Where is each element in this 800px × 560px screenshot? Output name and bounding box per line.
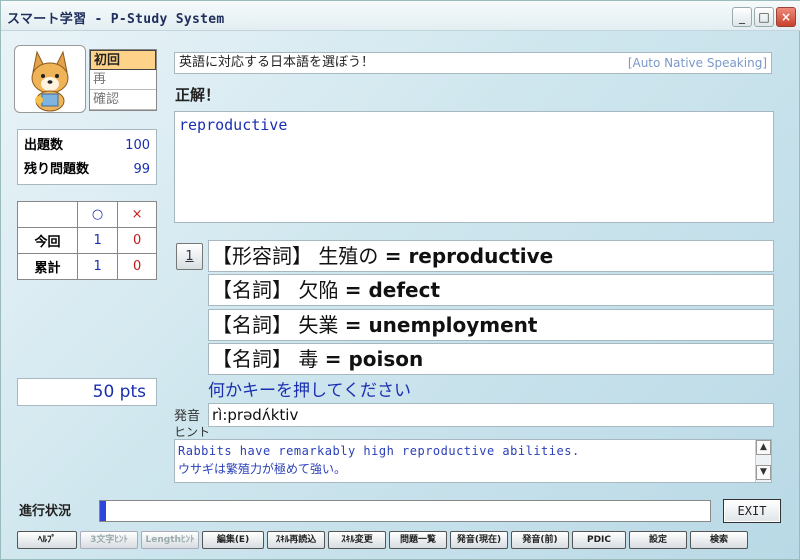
current-wrong: 0 bbox=[117, 227, 157, 254]
stat-total: 出題数 100 bbox=[24, 134, 150, 158]
answer-box: reproductive bbox=[174, 111, 774, 223]
hint-label: ヒント bbox=[174, 425, 211, 439]
current-label: 今回 bbox=[17, 227, 78, 254]
choice-pos: 【名詞】 bbox=[212, 313, 292, 337]
avatar bbox=[14, 45, 86, 113]
toolbar-button-9[interactable]: 発音(前) bbox=[511, 531, 569, 549]
example-box: Rabbits have remarkably high reproductiv… bbox=[174, 439, 772, 483]
stat-remaining: 残り問題数 99 bbox=[24, 158, 150, 182]
close-button[interactable]: × bbox=[776, 7, 796, 27]
press-any-key-text: 何かキーを押してください bbox=[208, 381, 411, 401]
toolbar-button-12[interactable]: 検索 bbox=[690, 531, 748, 549]
choice-pos: 【名詞】 bbox=[212, 278, 292, 302]
correct-header: ○ bbox=[76, 201, 119, 228]
example-scrollbar[interactable]: ▲ ▼ bbox=[755, 440, 771, 482]
scroll-up-icon[interactable]: ▲ bbox=[756, 440, 771, 455]
bottom-toolbar: ﾍﾙﾌﾟ 3文字ﾋﾝﾄ Lengthﾋﾝﾄ 編集(E) ｽｷﾙ再読込 ｽｷﾙ変更 問題一覧発… bbox=[17, 531, 793, 551]
progress-bar bbox=[99, 500, 711, 522]
choice-2[interactable]: 【名詞】 欠陥 = defect bbox=[208, 274, 774, 306]
toolbar-button-11[interactable]: 設定 bbox=[629, 531, 687, 549]
total-correct: 1 bbox=[76, 253, 119, 280]
choice-en: = poison bbox=[324, 347, 424, 371]
result-text: 正解！ bbox=[175, 86, 221, 104]
choice-en: = unemployment bbox=[344, 313, 538, 337]
toolbar-button-4[interactable]: 編集(E) bbox=[202, 531, 264, 549]
app-window: スマート学習 - P-Study System _ □ × 初回 再 確認 出題… bbox=[0, 0, 800, 560]
window-title: スマート学習 - P-Study System bbox=[7, 12, 225, 27]
choice-jp: 失業 bbox=[298, 313, 339, 337]
example-english: Rabbits have remarkably high reproductiv… bbox=[178, 444, 580, 458]
minimize-button[interactable]: _ bbox=[732, 7, 752, 27]
maximize-button[interactable]: □ bbox=[754, 7, 774, 27]
choice-en: = defect bbox=[344, 278, 441, 302]
total-wrong: 0 bbox=[117, 253, 157, 280]
score-corner bbox=[17, 201, 78, 228]
instruction-text: 英語に対応する日本語を選ぼう！ bbox=[179, 55, 375, 70]
exit-button[interactable]: EXIT bbox=[723, 499, 781, 523]
toolbar-button-8[interactable]: 発音(現在) bbox=[450, 531, 508, 549]
pronunciation-label: 発音 bbox=[174, 409, 201, 424]
progress-fill bbox=[100, 501, 107, 521]
choice-pos: 【形容詞】 bbox=[212, 244, 312, 268]
mode-review[interactable]: 確認 bbox=[90, 90, 156, 110]
choice-en: = reproductive bbox=[384, 244, 554, 268]
stat-total-value: 100 bbox=[125, 138, 150, 153]
mode-selector: 初回 再 確認 bbox=[89, 49, 157, 111]
choice-jp: 欠陥 bbox=[298, 278, 339, 302]
choice-4[interactable]: 【名詞】 毒 = poison bbox=[208, 343, 774, 375]
dog-mascot-icon bbox=[31, 50, 69, 112]
title-bar: スマート学習 - P-Study System _ □ × bbox=[1, 1, 800, 31]
number-button[interactable]: 1 bbox=[176, 243, 203, 270]
choice-jp: 毒 bbox=[298, 347, 319, 371]
toolbar-button-7[interactable]: 問題一覧 bbox=[389, 531, 447, 549]
instruction-bar: 英語に対応する日本語を選ぼう！ [Auto Native Speaking] bbox=[174, 52, 772, 74]
choice-1[interactable]: 【形容詞】 生殖の = reproductive bbox=[208, 240, 774, 272]
stat-remaining-value: 99 bbox=[133, 162, 150, 177]
toolbar-button-3[interactable]: Lengthﾋﾝﾄ bbox=[141, 531, 199, 549]
scroll-down-icon[interactable]: ▼ bbox=[756, 465, 771, 480]
total-label: 累計 bbox=[17, 253, 78, 280]
choice-jp: 生殖の bbox=[318, 244, 379, 268]
choice-pos: 【名詞】 bbox=[212, 347, 292, 371]
toolbar-button-6[interactable]: ｽｷﾙ変更 bbox=[328, 531, 386, 549]
example-japanese: ウサギは繁殖力が極めて強い。 bbox=[178, 462, 347, 476]
score-table: ○ × 今回 1 0 累計 1 0 bbox=[17, 201, 157, 280]
mode-first[interactable]: 初回 bbox=[90, 50, 156, 70]
progress-label: 進行状況 bbox=[19, 504, 72, 519]
auto-speaking-label[interactable]: [Auto Native Speaking] bbox=[628, 53, 767, 73]
toolbar-button-1[interactable]: ﾍﾙﾌﾟ bbox=[17, 531, 77, 549]
current-correct: 1 bbox=[76, 227, 119, 254]
choice-3[interactable]: 【名詞】 失業 = unemployment bbox=[208, 309, 774, 341]
stat-total-label: 出題数 bbox=[24, 138, 64, 153]
pronunciation-field[interactable]: rì:prədʌ́ktiv bbox=[208, 403, 774, 427]
toolbar-button-2[interactable]: 3文字ﾋﾝﾄ bbox=[80, 531, 138, 549]
points-display: 50 pts bbox=[17, 378, 157, 406]
toolbar-button-5[interactable]: ｽｷﾙ再読込 bbox=[267, 531, 325, 549]
toolbar-button-10[interactable]: PDIC bbox=[572, 531, 626, 549]
stats-panel: 出題数 100 残り問題数 99 bbox=[17, 129, 157, 185]
stat-remaining-label: 残り問題数 bbox=[24, 162, 90, 177]
wrong-header: × bbox=[117, 201, 157, 228]
mode-retry[interactable]: 再 bbox=[90, 70, 156, 90]
